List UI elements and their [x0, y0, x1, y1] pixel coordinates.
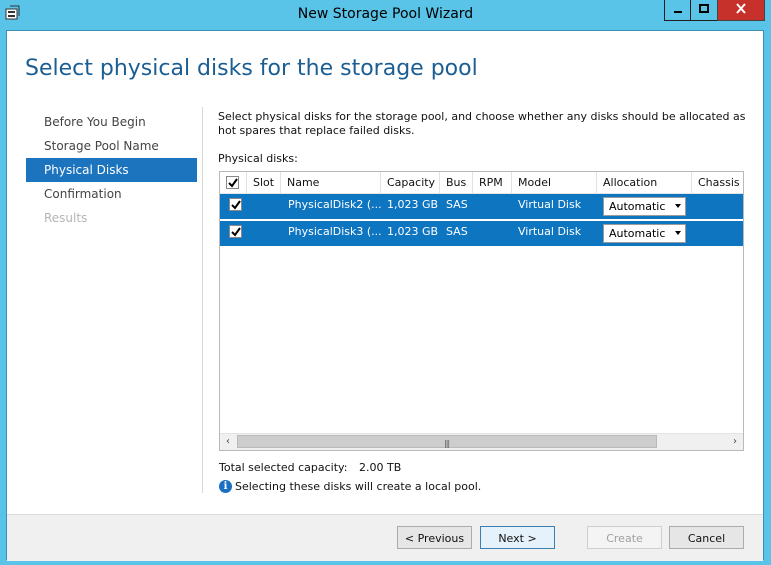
allocation-dropdown[interactable]: Automatic — [603, 224, 686, 243]
column-header-name[interactable]: Name — [281, 172, 381, 193]
select-all-checkbox[interactable] — [226, 176, 239, 189]
allocation-value: Automatic — [609, 227, 666, 240]
column-header-rpm[interactable]: RPM — [473, 172, 512, 193]
window-title: New Storage Pool Wizard — [297, 6, 474, 22]
physical-disks-label: Physical disks: — [218, 152, 298, 165]
total-capacity-label: Total selected capacity: — [219, 461, 348, 474]
nav-item-before-you-begin[interactable]: Before You Begin — [26, 110, 197, 134]
dropdown-arrow-icon — [675, 231, 681, 235]
nav-item-storage-pool-name[interactable]: Storage Pool Name — [26, 134, 197, 158]
scroll-right-button[interactable]: › — [727, 434, 743, 450]
checkmark-icon — [231, 200, 241, 210]
info-text: Selecting these disks will create a loca… — [235, 480, 482, 493]
nav-item-results: Results — [44, 211, 88, 225]
column-header-allocation[interactable]: Allocation — [597, 172, 692, 193]
cell-name: PhysicalDisk2 (... — [288, 198, 382, 211]
info-icon: i — [219, 480, 232, 493]
cell-capacity: 1,023 GB — [387, 225, 439, 238]
scroll-thumb[interactable]: ||| — [237, 435, 657, 448]
create-button: Create — [587, 526, 662, 549]
cell-model: Virtual Disk — [518, 198, 582, 211]
page-description: Select physical disks for the storage po… — [218, 110, 746, 137]
cell-model: Virtual Disk — [518, 225, 582, 238]
cell-bus: SAS — [446, 225, 468, 238]
cell-name: PhysicalDisk3 (... — [288, 225, 382, 238]
column-header-slot[interactable]: Slot — [247, 172, 281, 193]
minimize-icon — [673, 3, 683, 17]
allocation-dropdown[interactable]: Automatic — [603, 197, 686, 216]
dropdown-arrow-icon — [675, 204, 681, 208]
chevron-left-icon: ‹ — [226, 436, 230, 447]
scroll-left-button[interactable]: ‹ — [220, 434, 236, 450]
close-icon — [735, 3, 747, 17]
nav-item-confirmation[interactable]: Confirmation — [26, 182, 197, 206]
column-header-bus[interactable]: Bus — [440, 172, 473, 193]
column-header-chassis[interactable]: Chassis — [692, 172, 743, 193]
wizard-footer: < Previous Next > Create Cancel — [7, 514, 763, 561]
checkmark-icon — [231, 227, 241, 237]
row-checkbox[interactable] — [229, 198, 242, 211]
next-button[interactable]: Next > — [480, 526, 555, 549]
column-header-capacity[interactable]: Capacity — [381, 172, 440, 193]
column-header-model[interactable]: Model — [512, 172, 597, 193]
table-header: Slot Name Capacity Bus RPM Model Allocat… — [220, 172, 743, 194]
close-button[interactable] — [717, 0, 765, 21]
info-message: i Selecting these disks will create a lo… — [219, 480, 481, 493]
row-checkbox[interactable] — [229, 225, 242, 238]
table-row[interactable]: PhysicalDisk2 (... 1,023 GB SAS Virtual … — [220, 194, 743, 219]
checkmark-icon — [228, 178, 238, 188]
horizontal-scrollbar[interactable]: ‹ ||| › — [220, 433, 743, 450]
nav-divider — [202, 107, 203, 493]
maximize-button[interactable] — [690, 0, 718, 21]
total-capacity: Total selected capacity: 2.00 TB — [219, 461, 401, 474]
previous-button[interactable]: < Previous — [397, 526, 472, 549]
grip-icon: ||| — [444, 439, 450, 448]
cell-bus: SAS — [446, 198, 468, 211]
total-capacity-value: 2.00 TB — [359, 461, 402, 474]
minimize-button[interactable] — [664, 0, 691, 21]
maximize-icon — [698, 3, 710, 17]
title-bar[interactable]: New Storage Pool Wizard — [0, 0, 771, 30]
cell-capacity: 1,023 GB — [387, 198, 439, 211]
page-title: Select physical disks for the storage po… — [25, 56, 478, 81]
cancel-button[interactable]: Cancel — [669, 526, 744, 549]
allocation-value: Automatic — [609, 200, 666, 213]
wizard-navigation: Before You Begin Storage Pool Name Physi… — [26, 110, 197, 230]
select-all-header[interactable] — [220, 172, 247, 193]
physical-disks-table[interactable]: Slot Name Capacity Bus RPM Model Allocat… — [219, 171, 744, 451]
wizard-client-area: Select physical disks for the storage po… — [6, 30, 764, 561]
chevron-right-icon: › — [733, 436, 737, 447]
table-row[interactable]: PhysicalDisk3 (... 1,023 GB SAS Virtual … — [220, 221, 743, 246]
nav-item-physical-disks[interactable]: Physical Disks — [26, 158, 197, 182]
